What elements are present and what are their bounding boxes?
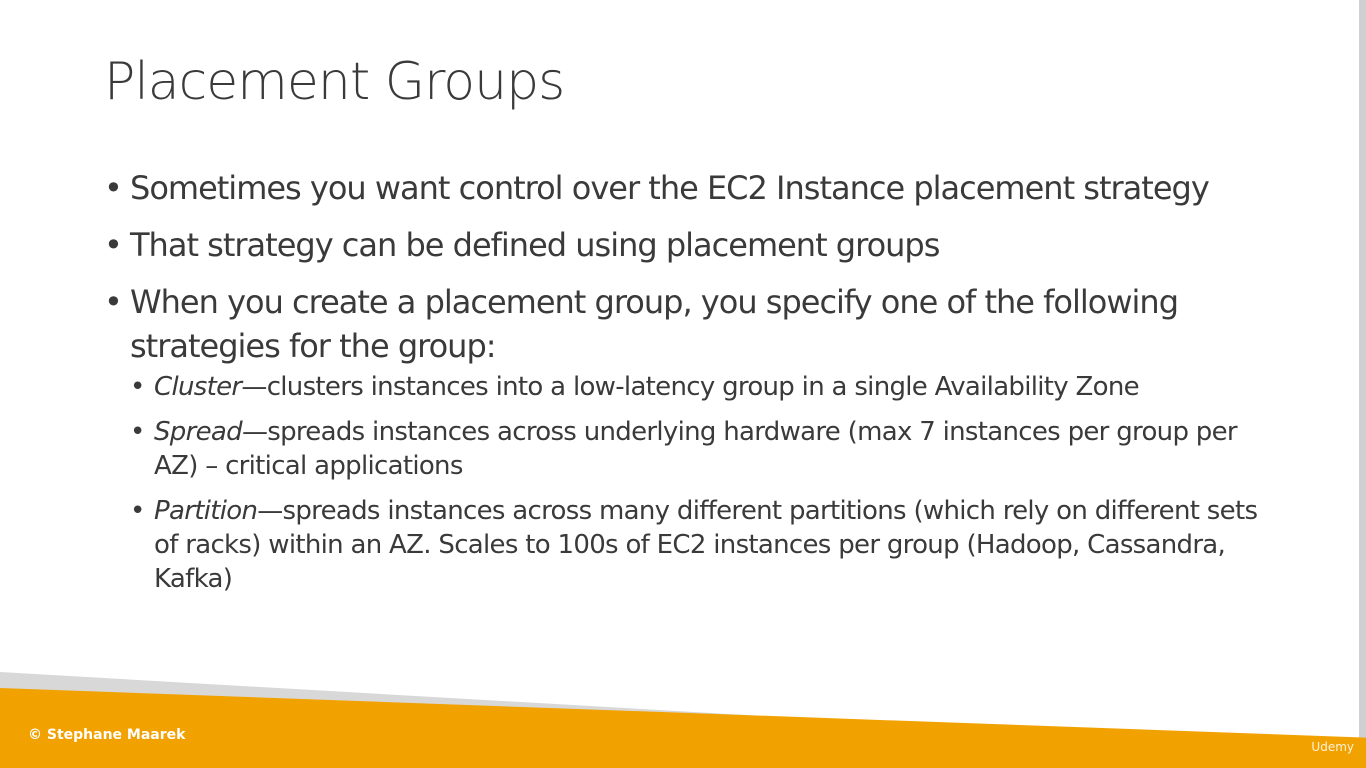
bullet-item: • Sometimes you want control over the EC… [104, 166, 1264, 210]
bullet-dot: • [104, 283, 123, 321]
bullet-dot: • [104, 226, 123, 264]
sub-bullet-dot: • [130, 372, 145, 402]
sub-bullet-text: —spreads instances across underlying har… [154, 417, 1238, 481]
copyright-text: © Stephane Maarek [28, 727, 186, 743]
strategy-term-partition: Partition [154, 496, 258, 526]
bullet-text: Sometimes you want control over the EC2 … [130, 169, 1210, 207]
bullet-item: • When you create a placement group, you… [104, 280, 1264, 368]
bullet-list: • Sometimes you want control over the EC… [104, 166, 1264, 607]
strategy-term-cluster: Cluster [154, 372, 242, 402]
sub-bullet-item: • Cluster—clusters instances into a low-… [104, 370, 1264, 404]
sub-bullet-item: • Partition—spreads instances across man… [104, 494, 1264, 596]
footer-band [0, 688, 1366, 768]
sub-bullet-dot: • [130, 496, 145, 526]
sub-bullet-text: —clusters instances into a low-latency g… [241, 372, 1139, 402]
sub-bullet-dot: • [130, 417, 145, 447]
sub-bullet-list: • Cluster—clusters instances into a low-… [104, 370, 1264, 596]
bullet-text: That strategy can be defined using place… [130, 226, 940, 264]
strategy-term-spread: Spread [154, 417, 243, 447]
slide-title: Placement Groups [104, 52, 565, 112]
sub-bullet-group: • Cluster—clusters instances into a low-… [104, 370, 1264, 596]
sub-bullet-item: • Spread—spreads instances across underl… [104, 415, 1264, 483]
bullet-item: • That strategy can be defined using pla… [104, 223, 1264, 267]
bullet-text: When you create a placement group, you s… [130, 283, 1179, 365]
slide-edge [1359, 0, 1366, 768]
slide: Placement Groups • Sometimes you want co… [0, 0, 1366, 768]
sub-bullet-text: —spreads instances across many different… [154, 496, 1258, 594]
bullet-dot: • [104, 169, 123, 207]
udemy-watermark: Udemy [1311, 740, 1354, 754]
